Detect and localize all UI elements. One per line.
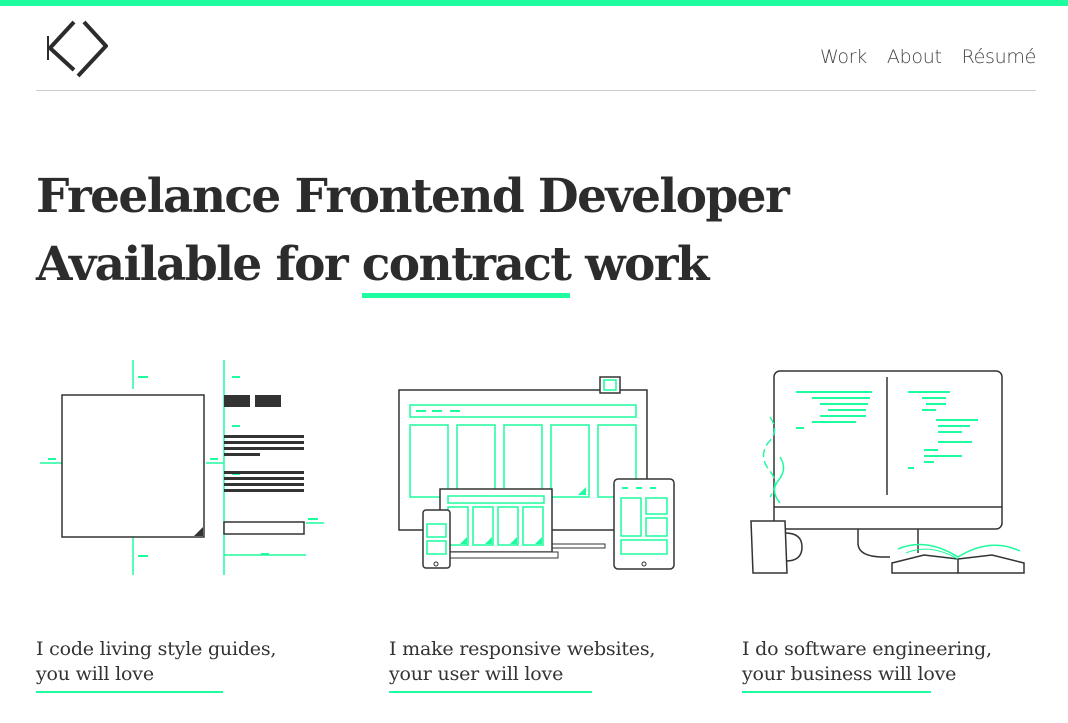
hero-line-1: Freelance Frontend Developer <box>36 169 790 224</box>
software-monitor-illustration-icon <box>750 370 1025 574</box>
service-2-line-2: your user will love <box>389 663 564 685</box>
service-1-underline <box>36 691 223 693</box>
hero-line-2: Available for contract work <box>36 231 788 299</box>
style-guide-illustration-icon <box>40 360 324 575</box>
hero-line-2-end: work <box>570 237 709 292</box>
service-1-line-1: I code living style guides, <box>36 638 277 660</box>
hero-highlight-word: contract <box>361 237 572 292</box>
main-nav: Work About Résumé <box>820 46 1036 68</box>
service-2-underline <box>389 691 592 693</box>
service-2-line-1: I make responsive websites, <box>389 638 656 660</box>
code-brackets-logo-icon <box>47 20 108 78</box>
service-3-underline <box>742 691 931 693</box>
responsive-devices-illustration-icon <box>398 376 675 570</box>
service-caption-style-guides: I code living style guides, you will lov… <box>36 637 277 693</box>
service-3-line-1: I do software engineering, <box>742 638 992 660</box>
hero-heading: Freelance Frontend Developer Available f… <box>36 163 790 299</box>
service-caption-responsive: I make responsive websites, your user wi… <box>389 637 656 693</box>
nav-link-work[interactable]: Work <box>820 46 867 68</box>
service-caption-engineering: I do software engineering, your business… <box>742 637 992 693</box>
site-header: Work About Résumé <box>36 6 1036 91</box>
nav-link-about[interactable]: About <box>887 46 942 68</box>
hero-line-2-start: Available for <box>36 237 362 292</box>
service-1-line-2: you will love <box>36 663 154 685</box>
nav-link-resume[interactable]: Résumé <box>962 46 1037 68</box>
service-3-line-2: your business will love <box>742 663 957 685</box>
